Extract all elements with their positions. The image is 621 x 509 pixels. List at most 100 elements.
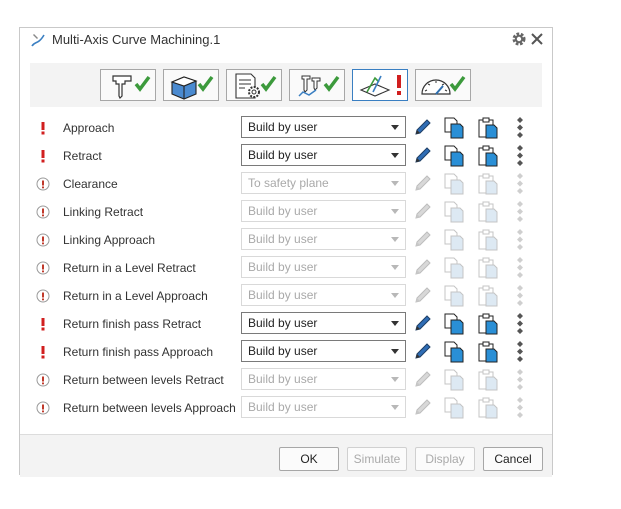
macro-row: Linking Approach Build by user (20, 226, 552, 254)
copy-icon[interactable] (443, 145, 465, 167)
dropdown-arrow-icon (391, 153, 399, 158)
macro-row: Return in a Level Retract Build by user (20, 254, 552, 282)
macro-mode-value: Build by user (248, 400, 318, 414)
edit-pencil-icon[interactable] (413, 285, 433, 305)
macro-row: Return between levels Retract Build by us… (20, 366, 552, 394)
edit-pencil-icon[interactable] (413, 145, 433, 165)
dialog-footer: OK Simulate Display Cancel (20, 434, 552, 477)
cancel-button[interactable]: Cancel (483, 447, 543, 471)
edit-pencil-icon[interactable] (413, 201, 433, 221)
macro-mode-select[interactable]: Build by user (241, 200, 406, 222)
inactive-warning-icon (36, 233, 50, 247)
dropdown-arrow-icon (391, 293, 399, 298)
gear-icon[interactable] (511, 31, 527, 47)
more-options-icon[interactable] (515, 339, 525, 365)
macro-label: Retract (63, 149, 102, 163)
macro-mode-select[interactable]: Build by user (241, 368, 406, 390)
more-options-icon[interactable] (515, 171, 525, 197)
more-options-icon[interactable] (515, 143, 525, 169)
macro-row: Linking Retract Build by user (20, 198, 552, 226)
copy-icon[interactable] (443, 229, 465, 251)
inactive-warning-icon (36, 261, 50, 275)
strategy-tab[interactable] (289, 69, 345, 101)
simulate-button[interactable]: Simulate (347, 447, 407, 471)
macros-tab[interactable] (352, 69, 408, 101)
curve-machining-icon (31, 34, 45, 47)
inactive-warning-icon (36, 401, 50, 415)
macro-mode-value: Build by user (248, 204, 318, 218)
geometry-tab[interactable] (163, 69, 219, 101)
copy-icon[interactable] (443, 313, 465, 335)
more-options-icon[interactable] (515, 283, 525, 309)
paste-icon[interactable] (477, 229, 499, 251)
edit-pencil-icon[interactable] (413, 229, 433, 249)
tool-icon (112, 75, 151, 100)
edit-pencil-icon[interactable] (413, 397, 433, 417)
parameters-tab[interactable] (226, 69, 282, 101)
dropdown-arrow-icon (391, 377, 399, 382)
edit-pencil-icon[interactable] (413, 117, 433, 137)
copy-icon[interactable] (443, 201, 465, 223)
paste-icon[interactable] (477, 173, 499, 195)
macro-mode-select[interactable]: To safety plane (241, 172, 406, 194)
macro-row: Retract Build by user (20, 142, 552, 170)
copy-icon[interactable] (443, 257, 465, 279)
edit-pencil-icon[interactable] (413, 173, 433, 193)
copy-icon[interactable] (443, 285, 465, 307)
inactive-warning-icon (36, 289, 50, 303)
more-options-icon[interactable] (515, 115, 525, 141)
macro-mode-value: To safety plane (248, 176, 329, 190)
part-geometry-icon (170, 75, 214, 100)
inactive-warning-icon (36, 177, 50, 191)
paste-icon[interactable] (477, 369, 499, 391)
macro-row: Return finish pass Retract Build by user (20, 310, 552, 338)
macro-row: Return finish pass Approach Build by user (20, 338, 552, 366)
dropdown-arrow-icon (391, 321, 399, 326)
edit-pencil-icon[interactable] (413, 257, 433, 277)
more-options-icon[interactable] (515, 199, 525, 225)
macro-mode-value: Build by user (248, 372, 318, 386)
macro-mode-select[interactable]: Build by user (241, 396, 406, 418)
macro-label: Linking Retract (63, 205, 144, 219)
macro-mode-select[interactable]: Build by user (241, 340, 406, 362)
speedometer-icon (421, 75, 466, 95)
close-icon[interactable] (529, 31, 545, 47)
macro-mode-select[interactable]: Build by user (241, 284, 406, 306)
toolpath-strategy-icon (298, 75, 340, 97)
paste-icon[interactable] (477, 257, 499, 279)
dropdown-arrow-icon (391, 349, 399, 354)
display-button[interactable]: Display (415, 447, 475, 471)
required-warning-icon (36, 317, 50, 331)
more-options-icon[interactable] (515, 395, 525, 421)
paste-icon[interactable] (477, 285, 499, 307)
copy-icon[interactable] (443, 117, 465, 139)
paste-icon[interactable] (477, 341, 499, 363)
macro-label: Return in a Level Retract (63, 261, 196, 275)
more-options-icon[interactable] (515, 227, 525, 253)
copy-icon[interactable] (443, 341, 465, 363)
edit-pencil-icon[interactable] (413, 369, 433, 389)
edit-pencil-icon[interactable] (413, 313, 433, 333)
more-options-icon[interactable] (515, 255, 525, 281)
paste-icon[interactable] (477, 201, 499, 223)
macro-label: Return between levels Approach (63, 401, 236, 415)
macro-mode-value: Build by user (248, 148, 318, 162)
copy-icon[interactable] (443, 173, 465, 195)
paste-icon[interactable] (477, 397, 499, 419)
macro-mode-select[interactable]: Build by user (241, 228, 406, 250)
macro-mode-select[interactable]: Build by user (241, 256, 406, 278)
macro-mode-select[interactable]: Build by user (241, 144, 406, 166)
ok-button[interactable]: OK (279, 447, 339, 471)
feeds-speeds-tab[interactable] (415, 69, 471, 101)
paste-icon[interactable] (477, 313, 499, 335)
more-options-icon[interactable] (515, 367, 525, 393)
edit-pencil-icon[interactable] (413, 341, 433, 361)
tool-tab[interactable] (100, 69, 156, 101)
macro-mode-select[interactable]: Build by user (241, 116, 406, 138)
paste-icon[interactable] (477, 117, 499, 139)
paste-icon[interactable] (477, 145, 499, 167)
more-options-icon[interactable] (515, 311, 525, 337)
copy-icon[interactable] (443, 369, 465, 391)
macro-mode-select[interactable]: Build by user (241, 312, 406, 334)
copy-icon[interactable] (443, 397, 465, 419)
